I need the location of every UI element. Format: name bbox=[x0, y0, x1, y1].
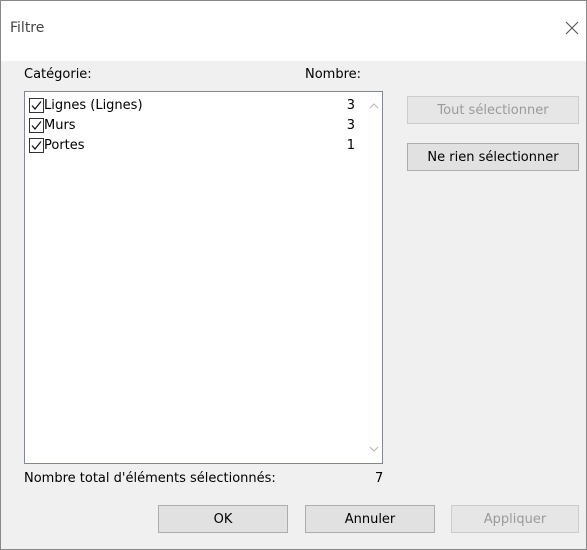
apply-button[interactable]: Appliquer bbox=[451, 505, 579, 533]
total-selected-label: Nombre total d'éléments sélectionnés: bbox=[24, 471, 276, 486]
chevron-up-icon[interactable] bbox=[369, 101, 379, 111]
item-checkbox[interactable] bbox=[29, 138, 44, 153]
list-item[interactable]: Murs 3 bbox=[29, 116, 359, 136]
close-icon bbox=[565, 21, 579, 35]
item-label: Portes bbox=[44, 138, 85, 153]
item-count: 1 bbox=[346, 138, 355, 153]
category-column-label: Catégorie: bbox=[24, 67, 92, 82]
checkmark-icon bbox=[31, 101, 42, 110]
total-selected-value: 7 bbox=[375, 471, 384, 486]
item-label: Lignes (Lignes) bbox=[44, 98, 143, 113]
item-count: 3 bbox=[346, 118, 355, 133]
list-item[interactable]: Lignes (Lignes) 3 bbox=[29, 96, 359, 116]
item-checkbox[interactable] bbox=[29, 98, 44, 113]
window-title: Filtre bbox=[10, 20, 45, 36]
item-checkbox[interactable] bbox=[29, 118, 44, 133]
vertical-scrollbar[interactable] bbox=[365, 92, 382, 463]
checkmark-icon bbox=[31, 141, 42, 150]
count-column-label: Nombre: bbox=[305, 67, 362, 82]
item-count: 3 bbox=[346, 98, 355, 113]
filter-dialog: Filtre Catégorie: Nombre: Lignes (Lignes… bbox=[0, 0, 587, 550]
checkmark-icon bbox=[31, 121, 42, 130]
category-listbox[interactable]: Lignes (Lignes) 3 Murs 3 Portes 1 bbox=[24, 91, 383, 464]
select-all-button[interactable]: Tout sélectionner bbox=[407, 96, 579, 124]
chevron-down-icon[interactable] bbox=[369, 444, 379, 454]
ok-button[interactable]: OK bbox=[158, 505, 288, 533]
title-bar: Filtre bbox=[1, 1, 586, 61]
close-button[interactable] bbox=[557, 13, 586, 43]
list-item[interactable]: Portes 1 bbox=[29, 136, 359, 156]
cancel-button[interactable]: Annuler bbox=[305, 505, 435, 533]
select-none-button[interactable]: Ne rien sélectionner bbox=[407, 143, 579, 171]
item-label: Murs bbox=[44, 118, 76, 133]
